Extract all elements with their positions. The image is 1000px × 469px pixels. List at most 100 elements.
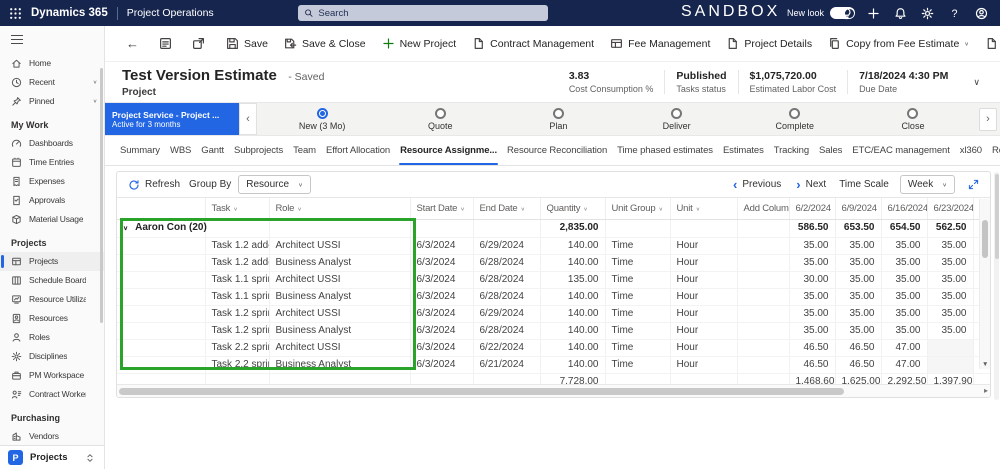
week-cell[interactable]: 35.00: [789, 322, 836, 340]
week-cell[interactable]: [927, 339, 974, 357]
tab[interactable]: Estimates ∨: [722, 136, 765, 165]
topbar-icon-button[interactable]: [914, 0, 941, 26]
week-cell[interactable]: 46.50: [789, 339, 836, 357]
end-date-cell[interactable]: 6/28/2024: [473, 288, 541, 306]
unit-group-cell[interactable]: Time: [605, 356, 671, 374]
tab[interactable]: xl360 ∨: [959, 136, 983, 165]
start-date-cell[interactable]: 6/3/2024: [410, 271, 474, 289]
quantity-cell[interactable]: 135.00: [540, 271, 606, 289]
end-date-cell[interactable]: 6/22/2024: [473, 339, 541, 357]
time-scale-dropdown[interactable]: Week ∨: [899, 175, 955, 194]
topbar-icon-button[interactable]: [968, 0, 995, 26]
form-scrollbar[interactable]: [994, 172, 999, 400]
tab[interactable]: Tracking ∨: [773, 136, 810, 165]
end-date-cell[interactable]: 6/29/2024: [473, 305, 541, 323]
scrollbar-thumb[interactable]: [119, 388, 844, 395]
scrollbar-thumb[interactable]: [994, 174, 999, 259]
tab[interactable]: Gantt ∨: [200, 136, 225, 165]
bpf-collapse-button[interactable]: ‹: [239, 103, 257, 135]
column-header[interactable]: ∨: [117, 198, 206, 220]
back-button[interactable]: ←: [119, 26, 146, 61]
week-cell[interactable]: 35.00: [789, 254, 836, 272]
unit-cell[interactable]: Hour: [670, 356, 738, 374]
bpf-stage[interactable]: Complete: [736, 103, 854, 135]
quantity-cell[interactable]: 140.00: [540, 305, 606, 323]
role-cell[interactable]: Architect USSI: [269, 237, 411, 255]
bpf-stage[interactable]: Plan: [499, 103, 617, 135]
tab[interactable]: Effort Allocation ∨: [325, 136, 391, 165]
week-cell[interactable]: 30.00: [789, 271, 836, 289]
column-header[interactable]: 6/2/2024∨: [789, 198, 836, 220]
week-cell[interactable]: 35.00: [789, 305, 836, 323]
start-date-cell[interactable]: 6/3/2024: [410, 356, 474, 374]
sidebar-item[interactable]: Disciplines ∨: [0, 347, 104, 366]
quantity-cell[interactable]: 140.00: [540, 322, 606, 340]
week-cell[interactable]: 35.00: [835, 237, 882, 255]
unit-group-cell[interactable]: Time: [605, 339, 671, 357]
assignment-row[interactable]: Task 1.2 sprint Architect USSI 6/3/2024 …: [117, 305, 990, 323]
end-date-cell[interactable]: 6/21/2024: [473, 356, 541, 374]
previous-button[interactable]: ‹ Previous: [731, 178, 783, 191]
week-cell[interactable]: 35.00: [835, 254, 882, 272]
week-cell[interactable]: 35.00: [881, 254, 928, 272]
start-date-cell[interactable]: 6/3/2024: [410, 322, 474, 340]
command-button[interactable]: Budget ∨: [977, 26, 1000, 61]
assignment-row[interactable]: Task 1.1 sprint Business Analyst 6/3/202…: [117, 288, 990, 306]
command-button[interactable]: Save & Close ∨: [276, 26, 374, 61]
sidebar-item[interactable]: Time Entries ∨: [0, 153, 104, 172]
collapse-group-icon[interactable]: ∨: [123, 222, 128, 236]
week-cell[interactable]: [927, 356, 974, 374]
end-date-cell[interactable]: 6/28/2024: [473, 254, 541, 272]
topbar-icon-button[interactable]: [860, 0, 887, 26]
assignment-row[interactable]: Task 1.2 added Business Analyst 6/3/2024…: [117, 254, 990, 272]
week-cell[interactable]: 46.50: [789, 356, 836, 374]
unit-group-cell[interactable]: Time: [605, 305, 671, 323]
sidebar-item[interactable]: Expenses ∨: [0, 172, 104, 191]
search-input[interactable]: [318, 7, 542, 19]
week-cell[interactable]: 35.00: [927, 288, 974, 306]
quantity-cell[interactable]: 140.00: [540, 237, 606, 255]
group-row[interactable]: ∨ Aaron Con (20) 2,835.00 586.50 653.50 6…: [117, 219, 990, 238]
unit-cell[interactable]: Hour: [670, 237, 738, 255]
topbar-icon-button[interactable]: [833, 0, 860, 26]
sidebar-item[interactable]: Vendors ∨: [0, 427, 104, 446]
end-date-cell[interactable]: 6/28/2024: [473, 271, 541, 289]
task-cell[interactable]: Task 2.2 sprint: [205, 356, 270, 374]
role-cell[interactable]: Architect USSI: [269, 271, 411, 289]
end-date-cell[interactable]: 6/29/2024: [473, 237, 541, 255]
assignment-row[interactable]: Task 1.2 sprint Business Analyst 6/3/202…: [117, 322, 990, 340]
week-cell[interactable]: 35.00: [881, 305, 928, 323]
task-cell[interactable]: Task 1.1 sprint: [205, 288, 270, 306]
sidebar-item[interactable]: Material Usage ∨: [0, 210, 104, 229]
unit-cell[interactable]: Hour: [670, 271, 738, 289]
hamburger-menu-icon[interactable]: [0, 26, 23, 54]
week-cell[interactable]: 35.00: [881, 322, 928, 340]
column-header[interactable]: End Date ∨: [473, 198, 541, 220]
tab[interactable]: Time phased estimates ∨: [616, 136, 714, 165]
tab[interactable]: Resource Reconciliation ∨: [506, 136, 608, 165]
task-cell[interactable]: Task 2.2 sprint: [205, 339, 270, 357]
column-header[interactable]: Quantity ∨: [540, 198, 606, 220]
scroll-down-icon[interactable]: ▼: [982, 361, 988, 368]
topbar-icon-button[interactable]: [887, 0, 914, 26]
sidebar-item[interactable]: Projects ∨: [0, 251, 104, 271]
task-cell[interactable]: Task 1.2 sprint: [205, 322, 270, 340]
week-cell[interactable]: 47.00: [881, 339, 928, 357]
role-cell[interactable]: Architect USSI: [269, 305, 411, 323]
week-cell[interactable]: 35.00: [881, 271, 928, 289]
waffle-menu-icon[interactable]: [0, 0, 31, 26]
tab[interactable]: WBS ∨: [169, 136, 192, 165]
column-header[interactable]: 6/9/2024∨: [835, 198, 882, 220]
column-header[interactable]: Start Date ∨: [410, 198, 474, 220]
start-date-cell[interactable]: 6/3/2024: [410, 305, 474, 323]
bpf-stage[interactable]: New (3 Mo): [263, 103, 381, 135]
start-date-cell[interactable]: 6/3/2024: [410, 237, 474, 255]
sidebar-item[interactable]: Home ∨: [0, 54, 104, 73]
topbar-icon-button[interactable]: ?: [941, 0, 968, 26]
start-date-cell[interactable]: 6/3/2024: [410, 339, 474, 357]
bpf-next-stage-button[interactable]: ›: [979, 108, 997, 131]
week-cell[interactable]: 35.00: [835, 271, 882, 289]
refresh-button[interactable]: Refresh: [126, 179, 182, 191]
form-selector-icon[interactable]: [152, 26, 179, 61]
assignment-row[interactable]: Task 2.2 sprint Business Analyst 6/3/202…: [117, 356, 990, 374]
